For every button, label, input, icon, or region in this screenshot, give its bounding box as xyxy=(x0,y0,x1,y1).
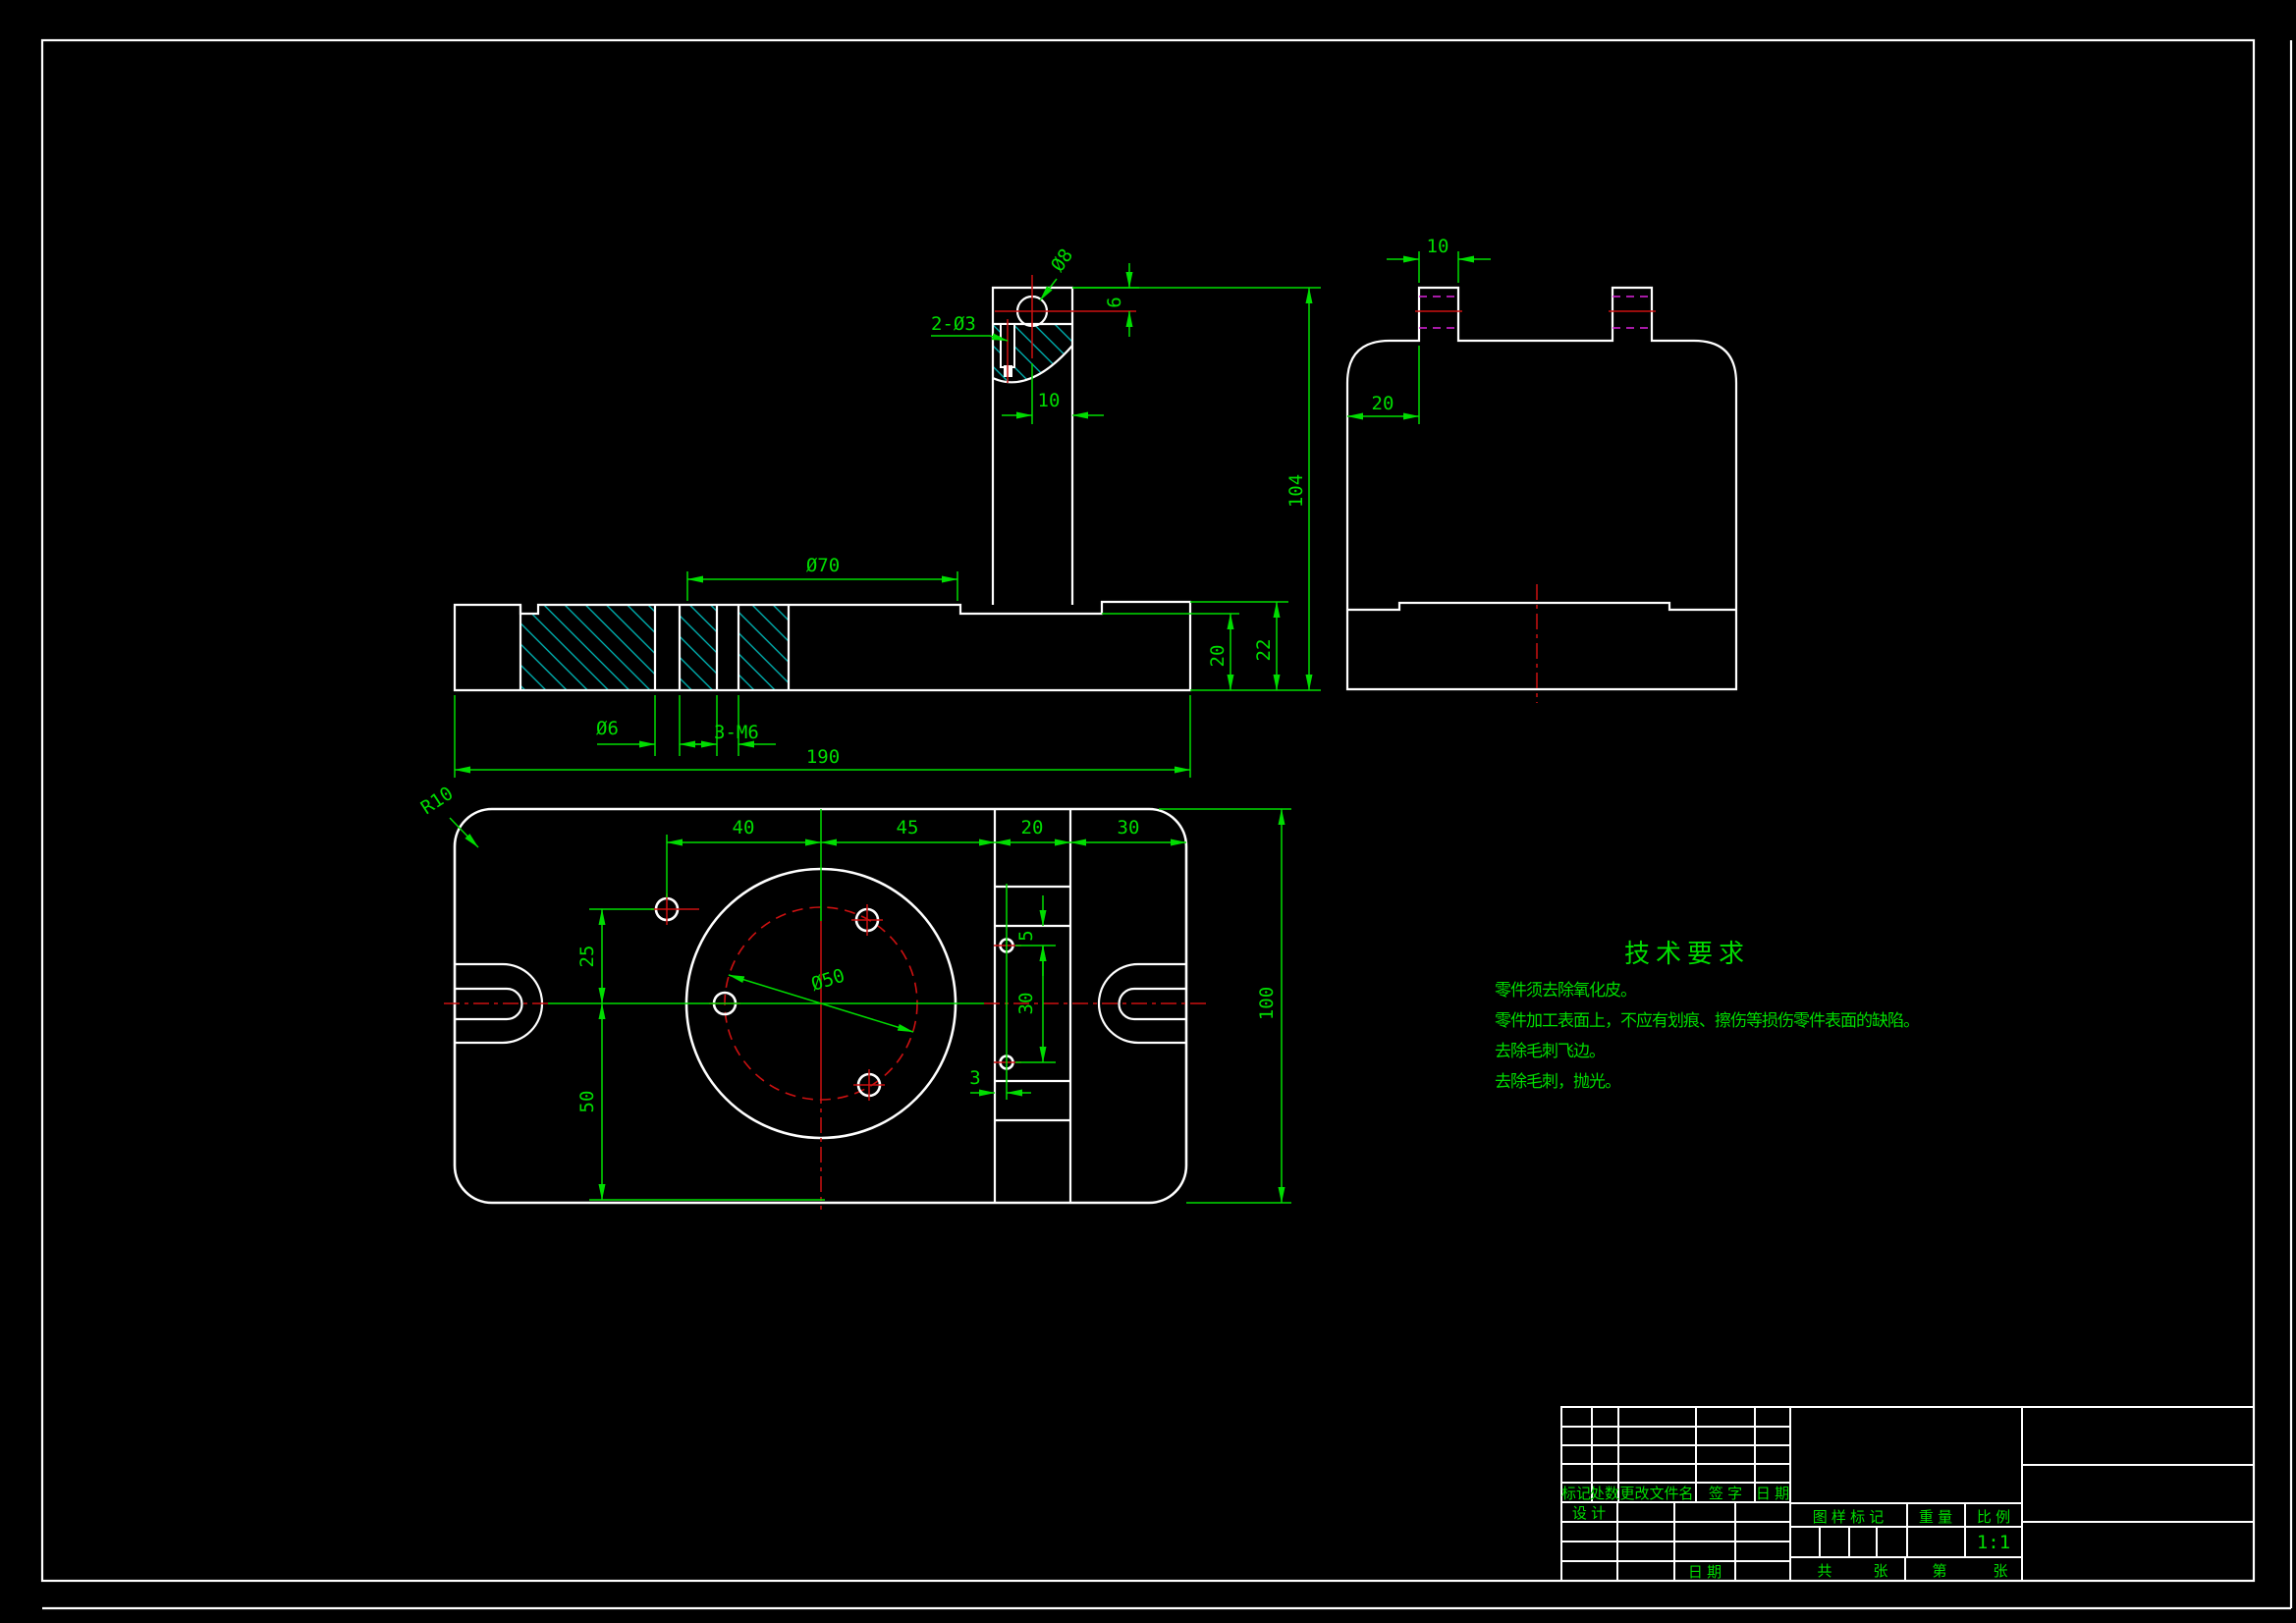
dim-label-corner-radius: R10 xyxy=(417,783,458,819)
sheets-total-suffix: 张 xyxy=(1873,1563,1887,1580)
dim-label-boss-dia: Ø70 xyxy=(806,555,840,576)
scale-value: 1:1 xyxy=(1977,1532,2010,1553)
dim-label-104: 104 xyxy=(1285,474,1307,508)
dim-label-20p: 20 xyxy=(1021,817,1044,839)
plan-dimensions: 40 45 20 30 25 50 Ø50 5 30 3 xyxy=(417,783,1291,1203)
front-dimensions: Ø70 Ø6 3-M6 190 20 22 xyxy=(455,244,1321,778)
dim-label-100: 100 xyxy=(1256,987,1278,1020)
sheet-no-suffix: 张 xyxy=(1993,1563,2007,1580)
sheets-total-prefix: 共 xyxy=(1817,1563,1831,1580)
cad-drawing-sheet: Ø70 Ø6 3-M6 190 20 22 xyxy=(0,0,2296,1623)
design-label: 设 计 xyxy=(1572,1505,1606,1522)
hatch-area xyxy=(520,605,655,690)
dim-label-bolt-circle: Ø50 xyxy=(809,965,847,996)
side-step-line xyxy=(1347,603,1736,610)
tech-requirement-line: 去除毛刺飞边。 xyxy=(1495,1042,1605,1060)
weight-label: 重 量 xyxy=(1919,1509,1952,1526)
stamp-label: 图 样 标 记 xyxy=(1813,1509,1885,1526)
dim-label-top-hole: Ø8 xyxy=(1047,244,1077,275)
rev-header-mark: 标记 xyxy=(1561,1486,1591,1502)
side-body-outline xyxy=(1347,288,1736,610)
dim-label-50: 50 xyxy=(576,1091,598,1113)
technical-requirements: 技术要求 零件须去除氧化皮。 零件加工表面上，不应有划痕、擦伤等损伤零件表面的缺… xyxy=(1495,939,1919,1091)
dim-label-tab-offset: 20 xyxy=(1372,393,1394,414)
sheet-border xyxy=(42,40,2291,1608)
tech-requirement-line: 零件加工表面上，不应有划痕、擦伤等损伤零件表面的缺陷。 xyxy=(1495,1011,1919,1030)
dim-label-6: 6 xyxy=(1104,297,1125,307)
plan-view: 40 45 20 30 25 50 Ø50 5 30 3 xyxy=(417,783,1291,1210)
rev-header-date: 日 期 xyxy=(1756,1486,1789,1502)
dim-label-tab-width: 10 xyxy=(1427,236,1449,257)
dim-label-5: 5 xyxy=(1015,930,1037,941)
side-view: 10 20 xyxy=(1347,236,1736,703)
tech-requirements-title: 技术要求 xyxy=(1624,939,1750,968)
dim-label-hole-dia: Ø6 xyxy=(596,718,619,739)
title-block: 标记 处数 更改文件名 签 字 日 期 设 计 日 期 图 样 标 记 重 量 … xyxy=(1561,1407,2254,1581)
rev-header-filename: 更改文件名 xyxy=(1619,1486,1693,1502)
front-section-view: Ø70 Ø6 3-M6 190 20 22 xyxy=(455,244,1321,778)
dim-label-22: 22 xyxy=(1253,639,1275,662)
rev-header-signature: 签 字 xyxy=(1709,1486,1742,1502)
dim-label-30s: 30 xyxy=(1015,993,1037,1015)
dim-label-25: 25 xyxy=(576,946,598,968)
dim-label-30p: 30 xyxy=(1118,817,1140,839)
dim-label-thread: 3-M6 xyxy=(714,722,759,743)
dim-label-hole-note: 2-Ø3 xyxy=(931,313,976,335)
date-label: 日 期 xyxy=(1688,1564,1722,1581)
dim-label-10: 10 xyxy=(1038,390,1061,411)
scale-label: 比 例 xyxy=(1977,1509,2010,1526)
side-base-outline xyxy=(1347,610,1736,689)
dim-label-40: 40 xyxy=(733,817,755,839)
tech-requirement-line: 零件须去除氧化皮。 xyxy=(1495,981,1636,1000)
dim-label-190: 190 xyxy=(806,746,840,768)
sheet-no-prefix: 第 xyxy=(1932,1562,1946,1580)
drawing-canvas[interactable]: Ø70 Ø6 3-M6 190 20 22 xyxy=(0,0,2296,1623)
dim-label-20: 20 xyxy=(1207,645,1229,668)
dim-label-45: 45 xyxy=(897,817,919,839)
rev-header-count: 处数 xyxy=(1590,1486,1619,1502)
dim-label-3: 3 xyxy=(969,1067,980,1089)
tech-requirement-line: 去除毛刺，抛光。 xyxy=(1495,1072,1620,1091)
